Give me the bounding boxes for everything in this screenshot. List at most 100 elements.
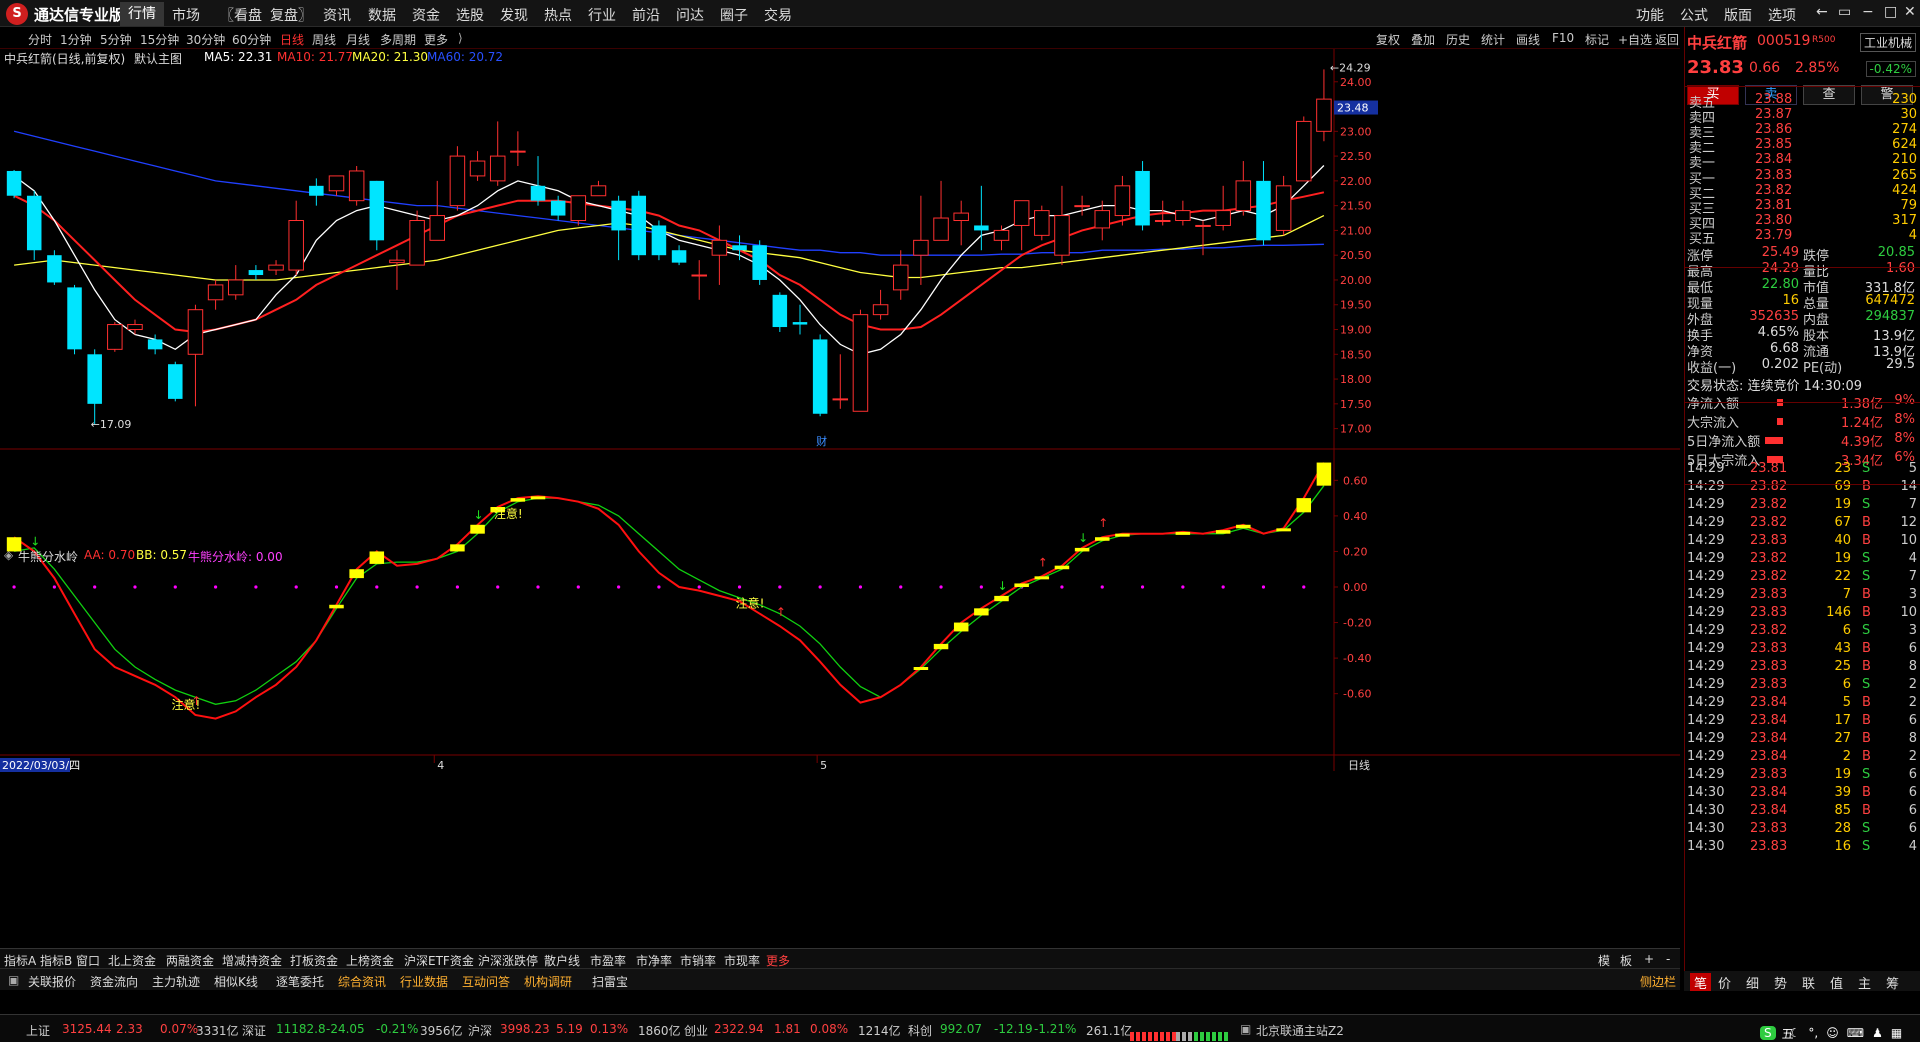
indicator-tab[interactable]: 市销率 [680,952,716,969]
candle-down[interactable] [732,245,747,251]
menu-jiaoyi[interactable]: 交易 [764,5,792,25]
candle-up[interactable] [1316,98,1332,132]
info-tab[interactable]: 资金流向 [90,973,138,990]
indicator-tab[interactable]: 沪深ETF资金 [404,952,474,969]
candle-up[interactable] [691,274,707,277]
candle-up[interactable] [469,160,486,177]
quote-tab[interactable]: 筹 [1886,973,1899,992]
period-more[interactable]: 更多 [424,31,448,48]
menu-zixun[interactable]: 资讯 [323,5,351,25]
tab-control[interactable]: 模 [1598,952,1610,969]
menu-hangqing[interactable]: 行情 [120,2,164,26]
btn-lishi[interactable]: 历史 [1446,31,1470,48]
candle-up[interactable] [953,212,969,222]
candle-up[interactable] [570,195,587,222]
indicator-tab[interactable]: 指标A [4,952,36,969]
info-tab[interactable]: 综合资讯 [338,973,386,990]
candle-down[interactable] [631,195,647,256]
candle-up[interactable] [107,324,123,350]
period-fenshi[interactable]: 分时 [28,31,52,48]
indicator-tab[interactable]: 沪深涨跌停 [478,952,538,969]
candle-up[interactable] [449,155,466,207]
bid-row[interactable]: 买五 23.79 4 [1687,228,1917,247]
indicator-tab[interactable]: 市现率 [724,952,760,969]
menu-fupan[interactable]: 复盘〗 [270,5,312,25]
finance-marker[interactable]: 财 [816,434,827,448]
menu-qianyan[interactable]: 前沿 [632,5,660,25]
candle-down[interactable] [530,185,546,201]
restore-icon[interactable]: ▭ [1838,4,1851,20]
menu-redian[interactable]: 热点 [544,5,572,25]
candle-up[interactable] [489,155,506,182]
panel-toggle-icon[interactable]: ▣ [8,973,19,987]
btn-huaxian[interactable]: 画线 [1516,31,1540,48]
candle-up[interactable] [127,324,143,331]
indicator-tab[interactable]: 北上资金 [108,952,156,969]
candle-up[interactable] [429,215,446,241]
candle-up[interactable] [1175,210,1191,222]
period-60min[interactable]: 60分钟 [232,31,271,48]
ime-indicator[interactable]: S 五 ☾ °, ☺ ⌨ ♟ ▦ [1760,1018,1902,1041]
candle-up[interactable] [1154,220,1171,223]
info-tab[interactable]: 扫雷宝 [592,973,628,990]
candle-up[interactable] [1074,205,1090,208]
candle-up[interactable] [207,284,224,301]
candle-up[interactable] [389,259,405,264]
candle-up[interactable] [1034,210,1050,236]
candle-up[interactable] [933,217,949,241]
candle-down[interactable] [248,270,264,276]
candle-down[interactable] [611,200,626,231]
candle-up[interactable] [1235,180,1252,212]
info-tab[interactable]: 逐笔委托 [276,973,324,990]
quote-tab[interactable]: 主 [1858,973,1871,992]
back-icon[interactable]: ← [1816,4,1828,20]
period-monthly[interactable]: 月线 [346,31,370,48]
period-5min[interactable]: 5分钟 [100,31,132,48]
candle-down[interactable] [47,255,62,283]
period-15min[interactable]: 15分钟 [140,31,179,48]
candle-up[interactable] [852,314,869,412]
btn-f10[interactable]: F10 [1552,31,1574,45]
period-weekly[interactable]: 周线 [312,31,336,48]
candle-up[interactable] [993,229,1010,241]
info-tab[interactable]: 关联报价 [28,973,76,990]
period-1min[interactable]: 1分钟 [60,31,92,48]
candle-down[interactable] [1135,170,1150,226]
menu-gongneng[interactable]: 功能 [1636,5,1664,25]
menu-shichang[interactable]: 市场 [172,5,200,25]
indicator-tab[interactable]: 散户线 [544,952,580,969]
quote-tab[interactable]: 值 [1830,973,1843,992]
candle-up[interactable] [1114,185,1131,217]
candle-up[interactable] [832,398,849,401]
sidebar-toggle[interactable]: 侧边栏 [1640,973,1676,990]
candle-down[interactable] [147,339,163,350]
quote-industry[interactable]: 工业机械 [1859,33,1916,52]
menu-hangye[interactable]: 行业 [588,5,616,25]
candle-up[interactable] [1195,224,1211,227]
candle-down[interactable] [67,287,82,350]
candle-up[interactable] [1054,215,1070,256]
indicator-tab[interactable]: 两融资金 [166,952,214,969]
indicator-name[interactable]: 牛熊分水岭 [18,548,78,565]
btn-fuquan[interactable]: 复权 [1376,31,1400,48]
candle-up[interactable] [268,264,284,271]
indicator-tab[interactable]: 窗口 [76,952,100,969]
quote-tab[interactable]: 势 [1774,973,1787,992]
info-tab[interactable]: 行业数据 [400,973,448,990]
kline-chart[interactable]: ←24.29←17.09财↑↑↑↑↓↓↓↓注意!注意!注意! 24.0023.5… [0,49,1684,949]
quote-tab[interactable]: 价 [1718,973,1731,992]
candle-up[interactable] [187,309,204,355]
menu-faxian[interactable]: 发现 [500,5,528,25]
info-tab[interactable]: 主力轨迹 [152,973,200,990]
quote-tab[interactable]: 笔 [1690,973,1712,992]
candle-down[interactable] [6,170,22,196]
btn-tongji[interactable]: 统计 [1481,31,1505,48]
candle-down[interactable] [752,245,767,280]
btn-add-watch[interactable]: +自选 [1618,31,1652,48]
candle-up[interactable] [590,185,607,197]
candle-up[interactable] [711,239,728,256]
tab-control[interactable]: 板 [1620,952,1632,969]
indicator-tab[interactable]: 打板资金 [290,952,338,969]
candle-up[interactable] [328,175,345,192]
candle-down[interactable] [87,354,102,404]
